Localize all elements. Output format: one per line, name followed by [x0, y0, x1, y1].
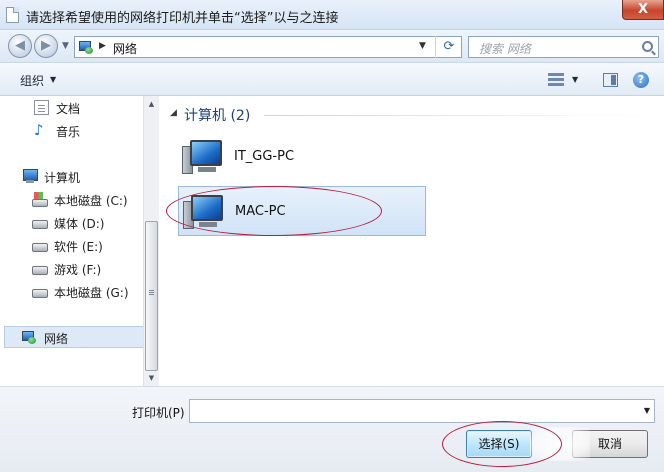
chevron-down-icon[interactable]: ▼ — [50, 75, 56, 84]
breadcrumb-network[interactable]: 网络 — [113, 40, 137, 57]
music-note-icon: ♪ — [34, 121, 44, 139]
search-input[interactable]: 搜索 网络 — [468, 36, 659, 58]
preview-pane-icon[interactable] — [603, 73, 618, 87]
document-icon — [34, 100, 49, 115]
document-icon — [6, 7, 19, 23]
nav-item-label: 音乐 — [56, 125, 81, 139]
nav-item-label: 软件 (E:) — [54, 240, 103, 254]
close-button[interactable]: X — [622, 0, 664, 20]
address-bar[interactable]: ▶ 网络 ▼ ⟳ — [74, 36, 462, 58]
organize-button[interactable]: 组织 — [20, 72, 44, 89]
printer-combobox[interactable]: ▼ — [189, 399, 655, 423]
navigation-pane: 文档 ♪ 音乐 计算机 本地磁盘 (C:) 媒体 (D:) 软件 (E:) 游戏… — [0, 96, 159, 386]
dialog-footer: 打印机(P) ▼ 选择(S) 取消 — [0, 386, 664, 472]
address-toolbar: ◀ ▶ ▼ ▶ 网络 ▼ ⟳ 搜索 网络 — [0, 30, 664, 62]
scrollbar-thumb[interactable] — [145, 221, 158, 371]
drive-icon — [32, 215, 48, 230]
refresh-button[interactable]: ⟳ — [435, 36, 462, 58]
computer-icon — [182, 140, 226, 176]
system-drive-icon — [32, 192, 48, 207]
network-icon — [22, 330, 37, 345]
view-options-icon[interactable] — [548, 73, 564, 86]
drive-icon — [32, 284, 48, 299]
nav-item-label: 文档 — [56, 102, 81, 116]
computer-icon — [22, 169, 38, 184]
chevron-down-icon[interactable]: ▼ — [644, 406, 650, 415]
nav-item-label: 本地磁盘 (C:) — [54, 194, 128, 208]
breadcrumb-separator-icon[interactable]: ▶ — [99, 41, 106, 51]
nav-item-label: 网络 — [44, 332, 69, 346]
annotation-circle — [166, 186, 382, 236]
recent-pages-dropdown[interactable]: ▼ — [62, 41, 69, 51]
printer-label: 打印机(P) — [132, 406, 185, 420]
collapse-group-icon[interactable]: ◢ — [170, 108, 177, 118]
search-placeholder: 搜索 网络 — [479, 42, 531, 56]
nav-scrollbar[interactable]: ▲ ▼ — [143, 96, 159, 386]
search-icon[interactable] — [642, 41, 653, 52]
command-toolbar: 组织 ▼ ▼ ? — [0, 62, 664, 96]
nav-item-label: 计算机 — [44, 171, 81, 185]
scroll-down-icon[interactable]: ▼ — [144, 370, 159, 386]
nav-item-label: 游戏 (F:) — [54, 263, 102, 277]
network-icon — [79, 40, 94, 55]
computer-item-it-gg-pc[interactable]: IT_GG-PC — [178, 132, 426, 182]
forward-button[interactable]: ▶ — [34, 34, 58, 58]
nav-item-label: 本地磁盘 (G:) — [54, 286, 129, 300]
content-pane: ◢ 计算机 (2) IT_GG-PC MAC-PC — [160, 96, 664, 386]
group-header[interactable]: 计算机 (2) — [184, 105, 250, 125]
address-dropdown-icon[interactable]: ▼ — [419, 41, 426, 51]
computer-name: IT_GG-PC — [234, 149, 295, 164]
back-button[interactable]: ◀ — [8, 34, 32, 58]
drive-icon — [32, 238, 48, 253]
scroll-up-icon[interactable]: ▲ — [144, 96, 159, 112]
title-bar: 请选择希望使用的网络打印机并单击“选择”以与之连接 X — [0, 0, 664, 30]
group-divider — [264, 115, 658, 116]
annotation-circle — [442, 421, 562, 467]
drive-icon — [32, 261, 48, 276]
window-title: 请选择希望使用的网络打印机并单击“选择”以与之连接 — [26, 11, 339, 26]
help-icon[interactable]: ? — [633, 72, 649, 88]
nav-item-label: 媒体 (D:) — [54, 217, 105, 231]
view-dropdown-icon[interactable]: ▼ — [572, 75, 578, 84]
